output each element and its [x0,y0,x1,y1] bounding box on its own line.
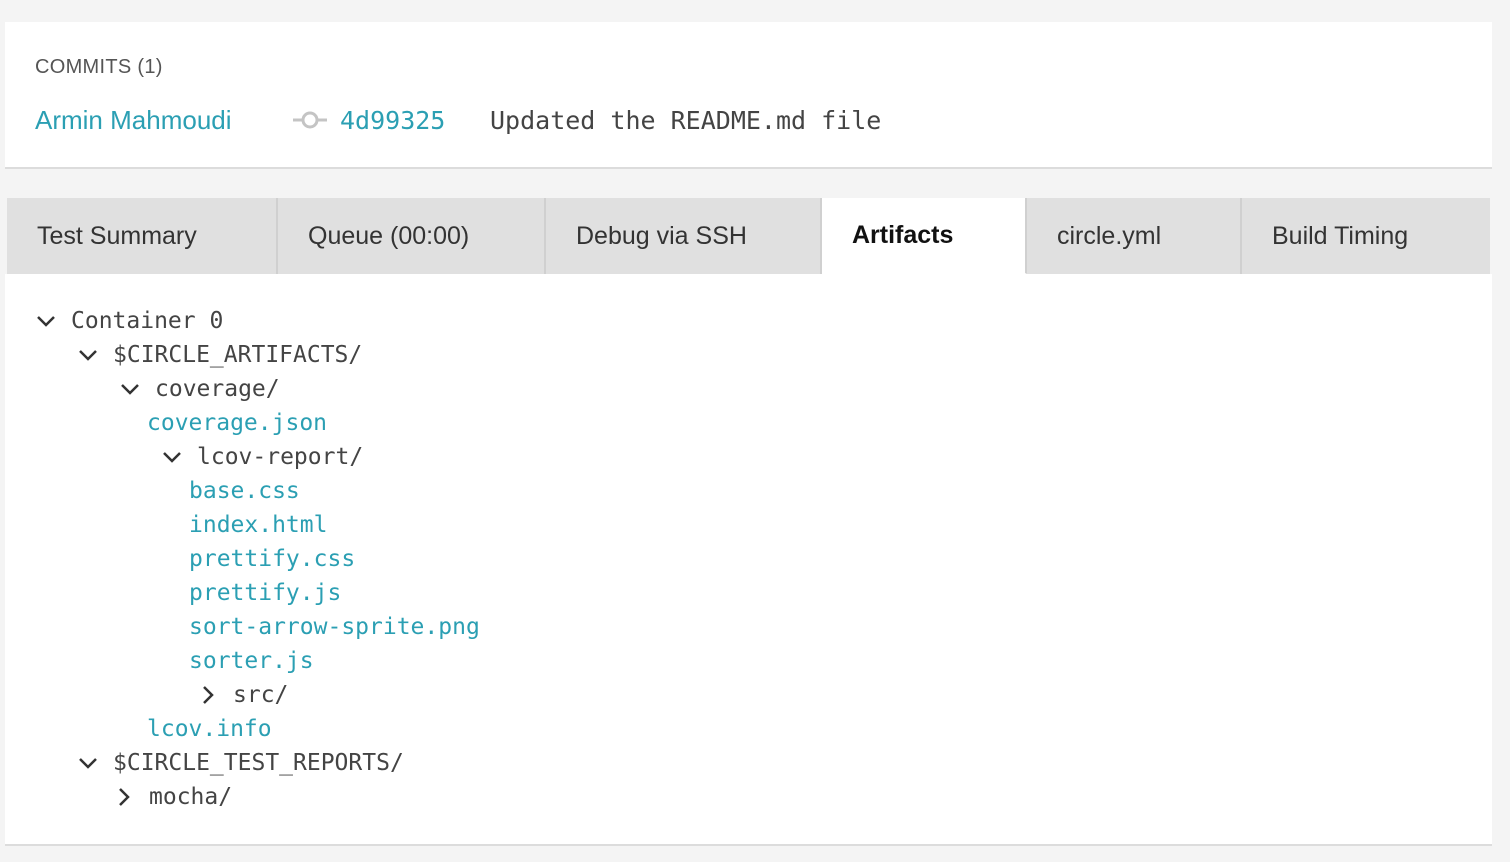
tree-label: $CIRCLE_TEST_REPORTS/ [113,750,404,776]
tree-label: Container 0 [71,308,224,334]
chevron-down-icon [163,452,181,463]
chevron-right-icon [203,686,214,704]
commit-message: Updated the README.md file [490,105,882,135]
tree-folder-src[interactable]: src/ [197,678,288,712]
tree-file-lcov-info: lcov.info [147,712,272,746]
chevron-right-icon [119,788,130,806]
tree-file-prettify-css: prettify.css [189,542,355,576]
tree-folder-coverage[interactable]: coverage/ [119,372,280,406]
tree-file-sort-arrow-sprite: sort-arrow-sprite.png [189,610,480,644]
tree-file-base-css: base.css [189,474,300,508]
tree-file-sorter-js: sorter.js [189,644,314,678]
tree-label: src/ [233,682,289,708]
commit-row: Armin Mahmoudi 4d99325 Updated the READM… [35,102,881,138]
tab-test-summary[interactable]: Test Summary [7,198,278,274]
tree-folder-mocha[interactable]: mocha/ [113,780,232,814]
commit-author-link[interactable]: Armin Mahmoudi [35,105,293,136]
tree-folder-circle-artifacts[interactable]: $CIRCLE_ARTIFACTS/ [77,338,362,372]
tree-file-index-html: index.html [189,508,327,542]
artifact-link[interactable]: prettify.css [189,546,355,572]
artifact-link[interactable]: prettify.js [189,580,341,606]
tab-circle-yml[interactable]: circle.yml [1027,198,1242,274]
commits-title: COMMITS (1) [35,56,163,78]
tree-folder-container[interactable]: Container 0 [35,304,223,338]
tree-label: $CIRCLE_ARTIFACTS/ [113,342,363,368]
commits-card: COMMITS (1) Armin Mahmoudi 4d99325 Updat… [5,22,1492,169]
artifact-link[interactable]: lcov.info [147,716,272,742]
git-commit-icon [293,111,327,129]
chevron-down-icon [37,316,55,327]
tab-queue[interactable]: Queue (00:00) [278,198,546,274]
chevron-down-icon [79,350,97,361]
artifacts-tree: Container 0 $CIRCLE_ARTIFACTS/ coverage/… [5,274,1492,846]
tab-build-timing[interactable]: Build Timing [1242,198,1490,274]
tree-label: coverage/ [155,376,280,402]
build-tabs: Test Summary Queue (00:00) Debug via SSH… [7,198,1490,274]
artifact-link[interactable]: base.css [189,478,300,504]
tree-label: lcov-report/ [197,444,364,470]
commit-sha-link[interactable]: 4d99325 [340,106,490,135]
artifact-link[interactable]: sort-arrow-sprite.png [189,614,480,640]
chevron-down-icon [79,758,97,769]
chevron-down-icon [121,384,139,395]
artifact-link[interactable]: index.html [189,512,327,538]
tab-debug-via-ssh[interactable]: Debug via SSH [546,198,822,274]
tree-folder-lcov-report[interactable]: lcov-report/ [161,440,363,474]
artifact-link[interactable]: coverage.json [147,410,327,436]
tree-file-prettify-js: prettify.js [189,576,341,610]
artifact-link[interactable]: sorter.js [189,648,314,674]
tree-file-coverage-json: coverage.json [147,406,327,440]
tree-folder-circle-test-reports[interactable]: $CIRCLE_TEST_REPORTS/ [77,746,404,780]
tab-artifacts[interactable]: Artifacts [822,198,1027,274]
tree-label: mocha/ [149,784,233,810]
